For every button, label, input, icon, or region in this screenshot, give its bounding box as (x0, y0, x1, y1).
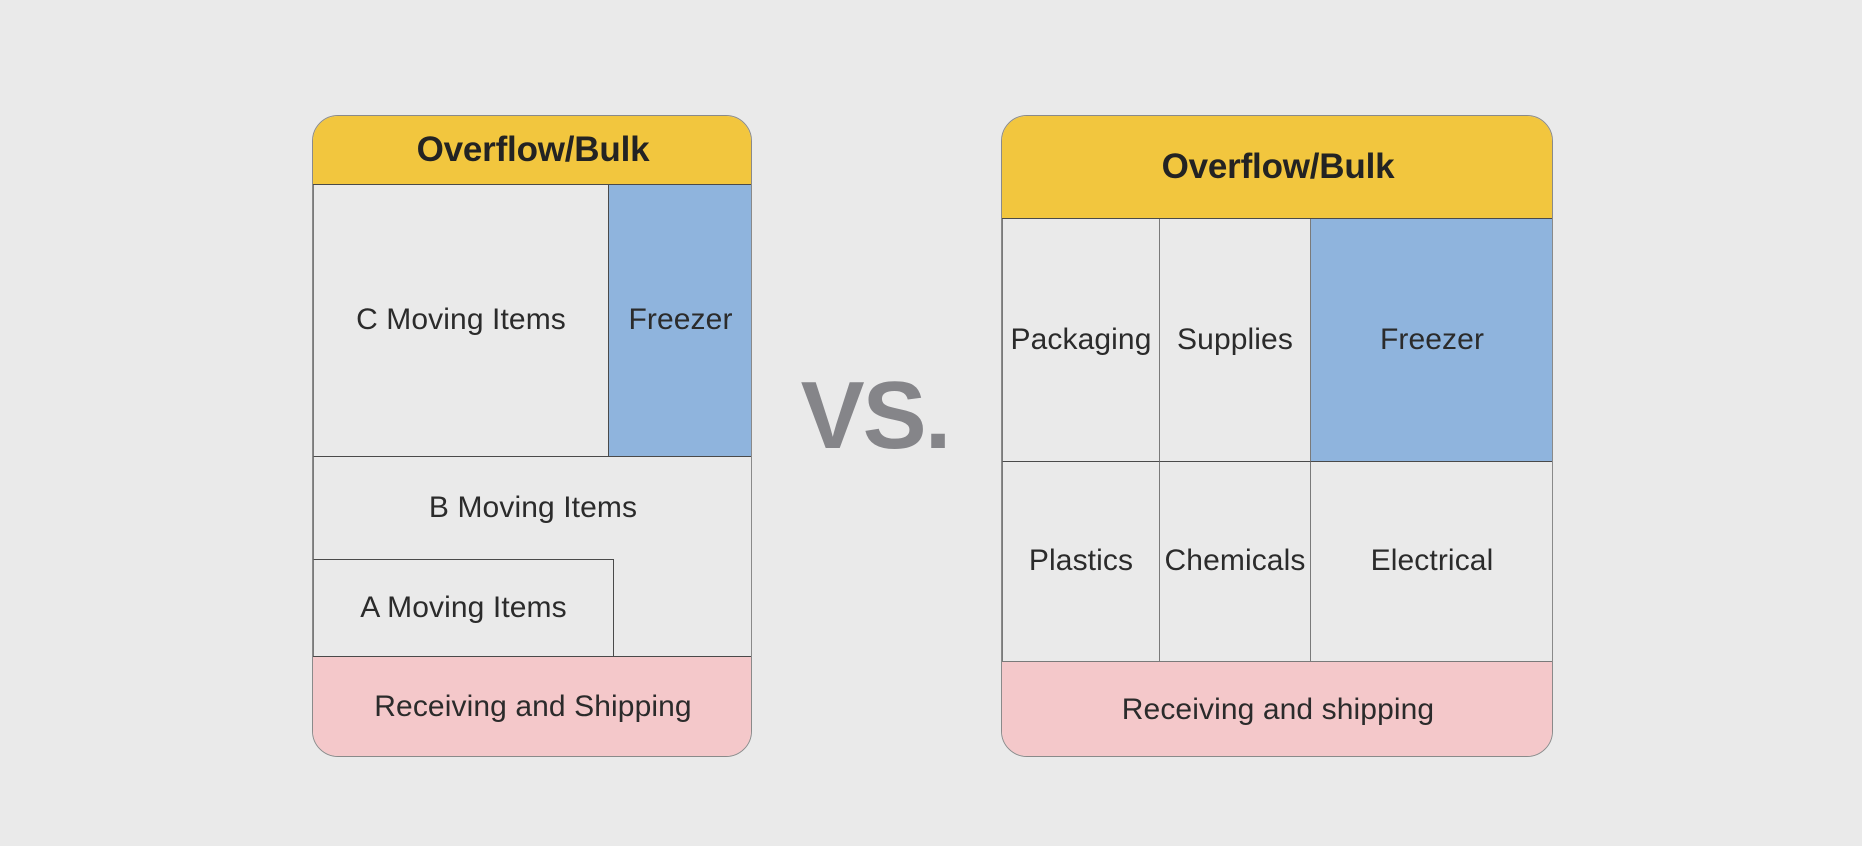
left-cell-c-moving-items: C Moving Items (313, 185, 609, 456)
left-card-header-overflow-bulk: Overflow/Bulk (313, 116, 751, 185)
right-cell-freezer: Freezer (1311, 219, 1552, 461)
left-cell-freezer: Freezer (609, 185, 751, 456)
left-cell-a-row-filler (614, 559, 751, 656)
left-warehouse-layout-card: Overflow/Bulk C Moving Items Freezer B M… (312, 115, 752, 757)
right-cell-plastics: Plastics (1002, 461, 1160, 661)
right-card-header-overflow-bulk: Overflow/Bulk (1002, 116, 1552, 219)
left-cell-b-moving-items: B Moving Items (313, 456, 751, 559)
right-cell-supplies: Supplies (1160, 219, 1311, 461)
left-cell-a-moving-items: A Moving Items (313, 559, 614, 656)
left-cell-receiving-and-shipping: Receiving and Shipping (313, 656, 751, 756)
right-cell-packaging: Packaging (1002, 219, 1160, 461)
right-warehouse-layout-card: Overflow/Bulk Packaging Supplies Freezer… (1001, 115, 1553, 757)
right-cell-electrical: Electrical (1311, 461, 1552, 661)
right-cell-chemicals: Chemicals (1160, 461, 1311, 661)
right-cell-receiving-and-shipping: Receiving and shipping (1002, 661, 1552, 756)
versus-label: VS. (800, 362, 952, 469)
diagram-canvas: Overflow/Bulk C Moving Items Freezer B M… (0, 0, 1862, 846)
